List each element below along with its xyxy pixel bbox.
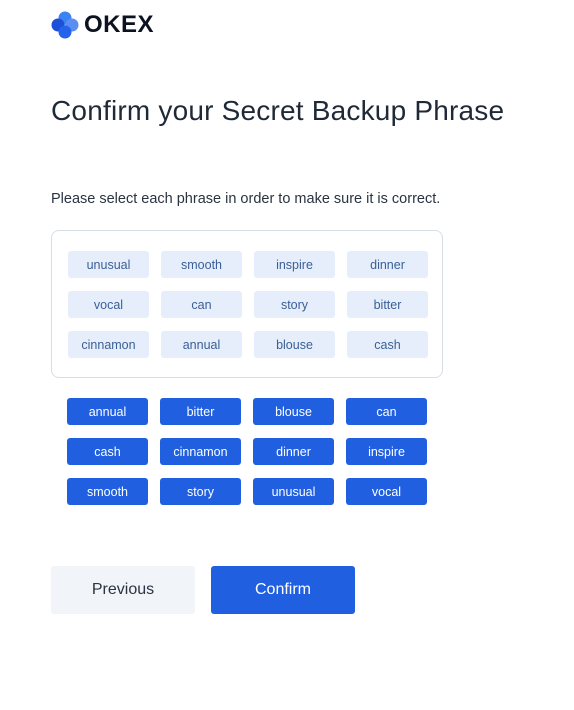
word-option-button[interactable]: dinner — [253, 438, 334, 465]
word-option-button[interactable]: vocal — [346, 478, 427, 505]
previous-button[interactable]: Previous — [51, 566, 195, 614]
page-title: Confirm your Secret Backup Phrase — [51, 95, 505, 126]
selected-word-chip[interactable]: cinnamon — [68, 331, 149, 358]
word-option-button[interactable]: blouse — [253, 398, 334, 425]
word-option-button[interactable]: bitter — [160, 398, 241, 425]
okex-logo-icon — [51, 11, 79, 39]
confirm-phrase-page: OKEX Confirm your Secret Backup Phrase P… — [0, 0, 574, 710]
word-option-button[interactable]: inspire — [346, 438, 427, 465]
selected-word-chip[interactable]: blouse — [254, 331, 335, 358]
selected-word-chip[interactable]: cash — [347, 331, 428, 358]
selected-word-chip[interactable]: can — [161, 291, 242, 318]
selected-word-chip[interactable]: annual — [161, 331, 242, 358]
selected-word-chip[interactable]: story — [254, 291, 335, 318]
selected-word-chip[interactable]: smooth — [161, 251, 242, 278]
word-option-button[interactable]: can — [346, 398, 427, 425]
selected-word-chip[interactable]: vocal — [68, 291, 149, 318]
instructions-text: Please select each phrase in order to ma… — [51, 191, 441, 207]
word-option-button[interactable]: cash — [67, 438, 148, 465]
word-option-button[interactable]: cinnamon — [160, 438, 241, 465]
okex-logo: OKEX — [50, 10, 154, 40]
selected-phrase-box: unusual smooth inspire dinner vocal can … — [51, 230, 443, 378]
word-option-button[interactable]: smooth — [67, 478, 148, 505]
selected-phrase-grid: unusual smooth inspire dinner vocal can … — [68, 251, 428, 358]
brand-name: OKEX — [84, 11, 155, 38]
selected-word-chip[interactable]: bitter — [347, 291, 428, 318]
selected-word-chip[interactable]: unusual — [68, 251, 149, 278]
confirm-button[interactable]: Confirm — [211, 566, 355, 614]
selected-word-chip[interactable]: inspire — [254, 251, 335, 278]
word-option-button[interactable]: story — [160, 478, 241, 505]
selected-word-chip[interactable]: dinner — [347, 251, 428, 278]
word-option-button[interactable]: unusual — [253, 478, 334, 505]
word-option-button[interactable]: annual — [67, 398, 148, 425]
word-options-grid: annual bitter blouse can cash cinnamon d… — [67, 398, 427, 505]
